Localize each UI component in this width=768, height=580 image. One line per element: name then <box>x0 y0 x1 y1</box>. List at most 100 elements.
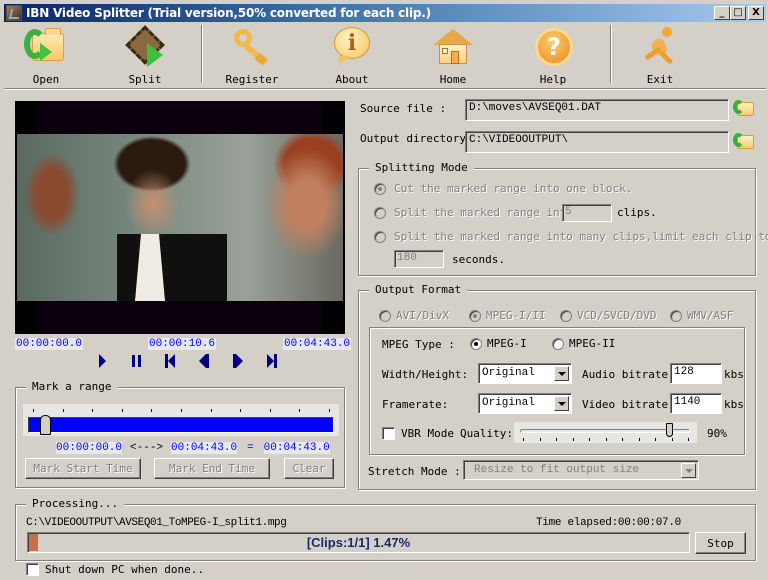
refresh-arrow-icon <box>733 133 744 147</box>
format-avi-divx[interactable]: AVI/DivX <box>379 309 449 322</box>
mpeg-type-mpeg2[interactable]: MPEG-II <box>552 337 615 350</box>
pause-icon <box>131 355 141 367</box>
help-button[interactable]: ? Help <box>513 25 593 87</box>
open-folder-icon <box>24 25 68 69</box>
range-end-time: 00:04:43.0 <box>171 442 238 454</box>
slider-tick <box>540 438 541 441</box>
processing-group: Processing... C:\VIDEOOUTPUT\AVSEQ01_ToM… <box>15 497 756 561</box>
maximize-button[interactable]: □ <box>730 6 746 20</box>
info-bubble-icon: i <box>330 25 374 69</box>
shutdown-checkbox-row[interactable]: Shut down PC when done.. <box>26 563 204 576</box>
source-file-input[interactable]: D:\moves\AVSEQ01.DAT <box>465 99 729 121</box>
stop-button[interactable]: Stop <box>695 532 746 554</box>
step-forward-icon <box>233 354 243 368</box>
clip-count-input[interactable]: 5 <box>562 204 612 222</box>
radio-button[interactable] <box>560 309 572 322</box>
clip-seconds-input[interactable]: 180 <box>394 250 444 268</box>
split-option-one-block[interactable]: Cut the marked range into one block. <box>374 182 632 195</box>
range-slider-thumb[interactable] <box>40 415 51 435</box>
about-button[interactable]: i About <box>312 25 392 87</box>
range-slider[interactable] <box>23 404 339 436</box>
format-vcd-svcd-dvd[interactable]: VCD/SVCD/DVD <box>560 309 656 322</box>
radio-button[interactable] <box>374 182 386 195</box>
next-frame-button[interactable] <box>221 352 255 370</box>
quality-track <box>520 429 690 433</box>
output-directory-input[interactable]: C:\VIDEOOUTPUT\ <box>465 131 729 153</box>
progress-bar: [Clips:1/1] 1.47% <box>27 532 690 553</box>
close-button[interactable]: X <box>748 6 764 20</box>
radio-button[interactable] <box>670 309 682 322</box>
home-button[interactable]: Home <box>413 25 493 87</box>
title-bar[interactable]: IBN Video Splitter (Trial version,50% co… <box>4 4 766 22</box>
app-window: IBN Video Splitter (Trial version,50% co… <box>0 0 768 580</box>
register-button[interactable]: Register <box>212 25 292 87</box>
exit-button[interactable]: Exit <box>620 25 700 87</box>
format-wmv-asf[interactable]: WMV/ASF <box>670 309 733 322</box>
split-button[interactable]: Split <box>105 25 185 87</box>
slider-tick <box>240 409 241 412</box>
dropdown-arrow-icon[interactable] <box>554 396 569 411</box>
audio-bitrate-label: Audio bitrate: <box>582 368 675 381</box>
slider-tick <box>606 438 607 441</box>
previous-frame-button[interactable] <box>187 352 221 370</box>
width-height-select[interactable]: Original <box>478 363 572 384</box>
app-icon <box>6 5 22 21</box>
mark-start-time-button[interactable]: Mark Start Time <box>25 458 141 479</box>
vbr-mode-checkbox[interactable] <box>382 427 395 440</box>
shutdown-checkbox[interactable] <box>26 563 39 576</box>
clips-suffix: clips. <box>617 206 657 219</box>
output-format-title: Output Format <box>369 283 468 296</box>
toolbar-separator <box>610 25 612 83</box>
dropdown-arrow-icon[interactable] <box>681 463 696 478</box>
video-bitrate-input[interactable]: 1140 <box>670 393 722 414</box>
radio-button[interactable] <box>379 309 391 322</box>
format-mpeg[interactable]: MPEG-I/II <box>469 309 546 322</box>
slider-tick <box>556 438 557 441</box>
skip-start-icon <box>165 354 175 368</box>
splitting-mode-group: Splitting Mode Cut the marked range into… <box>358 161 768 276</box>
mpeg-type-mpeg1[interactable]: MPEG-I <box>470 337 527 350</box>
source-file-label: Source file : <box>360 102 447 115</box>
clear-button[interactable]: Clear <box>284 458 334 479</box>
quality-slider[interactable] <box>514 422 697 443</box>
slider-tick <box>589 438 590 441</box>
radio-button[interactable] <box>470 337 482 350</box>
framerate-select[interactable]: Original <box>478 393 572 414</box>
vbr-mode-checkbox-row[interactable]: VBR Mode <box>382 427 454 440</box>
radio-button[interactable] <box>374 230 386 243</box>
splitting-mode-title: Splitting Mode <box>369 161 474 174</box>
quality-slider-thumb[interactable] <box>666 423 673 437</box>
mpeg-settings-box: MPEG Type : MPEG-I MPEG-II Width/Height:… <box>369 327 745 455</box>
first-frame-button[interactable] <box>153 352 187 370</box>
slider-tick <box>181 409 182 412</box>
stretch-mode-select[interactable]: Resize to fit output size <box>463 460 699 480</box>
mark-end-time-button[interactable]: Mark End Time <box>154 458 270 479</box>
quality-label: Quality: <box>460 427 513 440</box>
slider-tick <box>270 409 271 412</box>
slider-tick <box>299 409 300 412</box>
seconds-suffix: seconds. <box>452 253 505 266</box>
dropdown-arrow-icon[interactable] <box>554 366 569 381</box>
audio-bitrate-input[interactable]: 128 <box>670 363 722 384</box>
video-kbs-label: kbs <box>724 398 744 411</box>
radio-button[interactable] <box>552 337 564 350</box>
slider-tick <box>672 438 673 441</box>
minimize-button[interactable]: _ <box>714 6 730 20</box>
browse-output-button[interactable] <box>733 131 755 153</box>
quality-value: 90% <box>707 427 727 440</box>
radio-button[interactable] <box>469 309 481 322</box>
player-controls <box>85 352 289 370</box>
mark-range-group: Mark a range 00:00:00.0 <---> 00:04:43.0… <box>15 380 345 488</box>
about-label: About <box>335 73 369 86</box>
browse-source-button[interactable] <box>733 98 755 120</box>
open-button[interactable]: Open <box>6 25 86 87</box>
split-option-n-clips[interactable]: Split the marked range into <box>374 206 573 219</box>
mark-range-title: Mark a range <box>26 380 118 393</box>
last-frame-button[interactable] <box>255 352 289 370</box>
split-option-limit-seconds[interactable]: Split the marked range into many clips,l… <box>374 230 768 243</box>
play-button[interactable] <box>85 352 119 370</box>
radio-button[interactable] <box>374 206 386 219</box>
home-label: Home <box>439 73 467 86</box>
pause-button[interactable] <box>119 352 153 370</box>
slider-tick <box>622 438 623 441</box>
